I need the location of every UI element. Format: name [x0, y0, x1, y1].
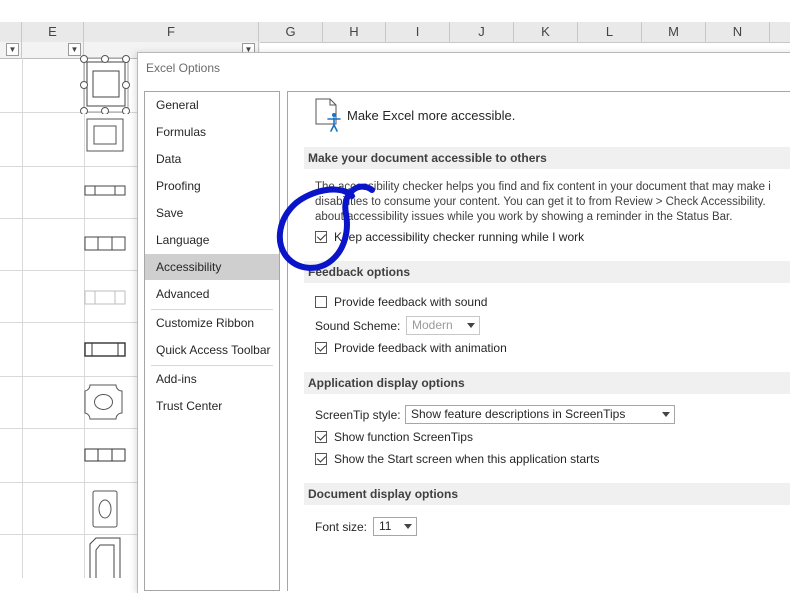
column-header-partial[interactable]: [0, 22, 22, 42]
accessibility-description-line-1: The accessibility checker helps you find…: [315, 181, 771, 193]
gridline: [0, 270, 137, 271]
nav-item-language[interactable]: Language: [145, 227, 279, 253]
faded-bar-shape[interactable]: [84, 290, 128, 306]
column-header-h[interactable]: H: [323, 22, 386, 42]
nav-item-formulas[interactable]: Formulas: [145, 119, 279, 145]
column-header-partial-right[interactable]: [770, 22, 790, 42]
dialog-title: Excel Options: [146, 61, 221, 75]
font-size-select[interactable]: 11: [373, 517, 417, 536]
gridline: [0, 376, 137, 377]
screentip-style-label: ScreenTip style:: [315, 408, 401, 422]
nav-item-trust-center[interactable]: Trust Center: [145, 393, 279, 419]
column-header-e[interactable]: E: [22, 22, 84, 42]
filter-cell-partial: ▼: [0, 42, 22, 58]
gridline: [0, 534, 137, 535]
nav-item-save[interactable]: Save: [145, 200, 279, 226]
nav-item-proofing[interactable]: Proofing: [145, 173, 279, 199]
show-function-screentips-option[interactable]: Show function ScreenTips: [315, 429, 473, 445]
rounded-frame-shape[interactable]: [92, 490, 120, 530]
selected-frame-shape[interactable]: [80, 54, 134, 114]
nav-item-add-ins[interactable]: Add-ins: [145, 366, 279, 392]
accessibility-description-line-2: disabilities to consume your content. Yo…: [315, 196, 766, 208]
keep-checker-checkbox[interactable]: [315, 231, 327, 243]
segmented-bar-shape[interactable]: [84, 184, 128, 198]
nav-item-data[interactable]: Data: [145, 146, 279, 172]
segmented-bar-shape[interactable]: [84, 236, 128, 252]
gridline: [0, 218, 137, 219]
feedback-sound-option[interactable]: Provide feedback with sound: [315, 294, 487, 310]
plaque-shape[interactable]: [84, 384, 124, 422]
sound-scheme-label: Sound Scheme:: [315, 319, 401, 333]
column-header-n[interactable]: N: [706, 22, 770, 42]
chevron-down-icon: [662, 412, 670, 417]
feedback-animation-checkbox[interactable]: [315, 342, 327, 354]
font-size-label: Font size:: [315, 520, 368, 534]
keep-checker-option[interactable]: Keep accessibility checker running while…: [315, 229, 584, 245]
column-header-j[interactable]: J: [450, 22, 514, 42]
section-doc-display-heading: Document display options: [304, 483, 790, 505]
chevron-down-icon: [404, 524, 412, 529]
column-header-l[interactable]: L: [578, 22, 642, 42]
font-size-value: 11: [379, 519, 392, 533]
gridline: [84, 58, 85, 578]
section-feedback-heading: Feedback options: [304, 261, 790, 283]
show-start-screen-checkbox[interactable]: [315, 453, 327, 465]
sheet-top-area: [0, 0, 790, 22]
filter-cell-e: ▼: [22, 42, 84, 58]
column-header-row: E F G H I J K L M N: [0, 22, 790, 43]
feedback-animation-label: Provide feedback with animation: [334, 341, 507, 355]
column-header-f[interactable]: F: [84, 22, 259, 42]
gridline: [0, 482, 137, 483]
options-nav: General Formulas Data Proofing Save Lang…: [144, 91, 280, 591]
show-function-screentips-label: Show function ScreenTips: [334, 430, 473, 444]
gridline: [0, 428, 137, 429]
feedback-sound-checkbox[interactable]: [315, 296, 327, 308]
feedback-sound-label: Provide feedback with sound: [334, 295, 488, 309]
sound-scheme-select[interactable]: Modern: [406, 316, 480, 335]
screentip-style-select[interactable]: Show feature descriptions in ScreenTips: [405, 405, 675, 424]
accessibility-document-icon: [314, 98, 344, 135]
section-app-display-heading: Application display options: [304, 372, 790, 394]
chevron-down-icon: [467, 323, 475, 328]
column-header-g[interactable]: G: [259, 22, 323, 42]
accessibility-description-line-3: about accessibility issues while you wor…: [315, 211, 733, 223]
sound-scheme-value: Modern: [412, 318, 453, 332]
gridline: [0, 322, 137, 323]
gridline: [0, 166, 137, 167]
show-function-screentips-checkbox[interactable]: [315, 431, 327, 443]
corner-frame-shape[interactable]: [88, 536, 124, 578]
nav-item-quick-access-toolbar[interactable]: Quick Access Toolbar: [145, 337, 279, 363]
filter-dropdown-icon[interactable]: ▼: [6, 43, 19, 56]
show-start-screen-label: Show the Start screen when this applicat…: [334, 452, 600, 466]
segmented-bar-shape[interactable]: [84, 342, 128, 358]
screentip-style-value: Show feature descriptions in ScreenTips: [411, 407, 626, 421]
column-header-i[interactable]: I: [386, 22, 450, 42]
frame-shape[interactable]: [86, 118, 126, 154]
nav-item-general[interactable]: General: [145, 92, 279, 118]
nav-item-customize-ribbon[interactable]: Customize Ribbon: [145, 310, 279, 336]
pane-header-text: Make Excel more accessible.: [347, 108, 516, 123]
segmented-bar-shape[interactable]: [84, 448, 128, 464]
nav-item-accessibility[interactable]: Accessibility: [145, 254, 279, 280]
column-header-m[interactable]: M: [642, 22, 706, 42]
excel-options-dialog: Excel Options General Formulas Data Proo…: [137, 52, 790, 593]
nav-item-advanced[interactable]: Advanced: [145, 281, 279, 307]
gridline: [22, 58, 23, 578]
keep-checker-label: Keep accessibility checker running while…: [334, 230, 585, 244]
accessibility-pane: Make Excel more accessible. Make your do…: [287, 91, 790, 591]
section-accessible-heading: Make your document accessible to others: [304, 147, 790, 169]
column-header-k[interactable]: K: [514, 22, 578, 42]
feedback-animation-option[interactable]: Provide feedback with animation: [315, 340, 507, 356]
show-start-screen-option[interactable]: Show the Start screen when this applicat…: [315, 451, 599, 467]
